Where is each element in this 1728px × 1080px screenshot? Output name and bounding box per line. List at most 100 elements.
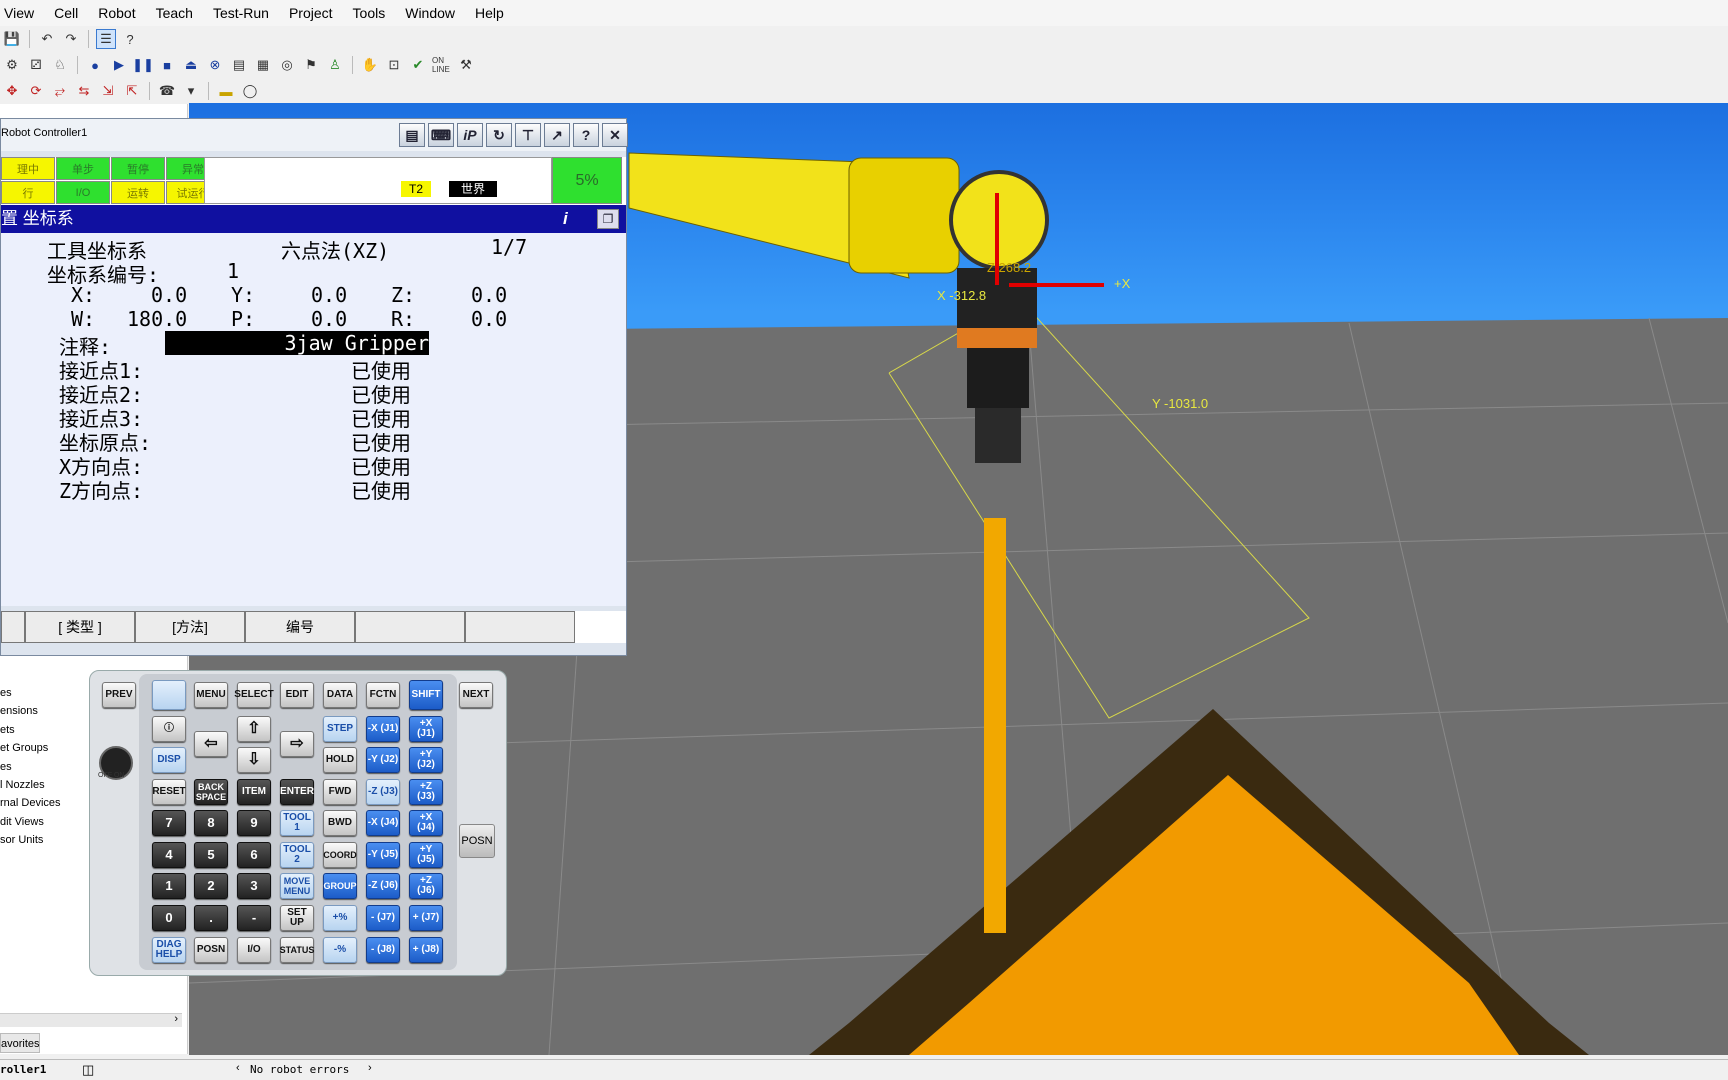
disp-key[interactable]: DISP [152,747,186,773]
jog-plus-z-j6[interactable]: +Z (J6) [409,873,443,899]
down-arrow-icon[interactable]: ⇩ [237,747,271,773]
jog-minus-y-j2[interactable]: -Y (J2) [366,747,400,773]
group-key[interactable]: GROUP [323,873,357,899]
edit-key[interactable]: EDIT [280,682,314,708]
digit-7-key[interactable]: 7 [152,810,186,836]
tree-item[interactable]: rnal Devices [0,794,80,812]
tree-item[interactable]: sor Units [0,831,80,849]
posn-key[interactable]: POSN [194,937,228,963]
jog-minus-x-j4[interactable]: -X (J4) [366,810,400,836]
dropdown-icon[interactable]: ▾ [181,81,201,101]
data-key[interactable]: DATA [323,682,357,708]
keyboard-icon[interactable]: ⌨ [428,123,454,147]
comment-field[interactable]: 3jaw Gripper [165,331,429,355]
menu-teach[interactable]: Teach [146,5,203,21]
digit-5-key[interactable]: 5 [194,842,228,868]
select-key[interactable]: SELECT [234,682,274,708]
shift-key[interactable]: SHIFT [409,680,443,710]
item-key[interactable]: ITEM [237,779,271,805]
stop-icon[interactable]: ■ [157,55,177,75]
controller-name[interactable]: roller1 [0,1063,46,1076]
help-icon[interactable]: ? [573,123,599,147]
info-key-icon[interactable]: ⓘ [152,716,186,742]
digit-9-key[interactable]: 9 [237,810,271,836]
hold-key[interactable]: HOLD [323,747,357,773]
cycle-icon[interactable]: ♘ [50,55,70,75]
online-icon[interactable]: ON LINE [432,55,452,75]
tool1-key[interactable]: TOOL 1 [280,810,314,836]
digit-1-key[interactable]: 1 [152,873,186,899]
jog-minus-z-j6[interactable]: -Z (J6) [366,873,400,899]
menu-help[interactable]: Help [465,5,514,21]
tree-view-icon[interactable]: ☰ [96,29,116,49]
digit-8-key[interactable]: 8 [194,810,228,836]
jog-plus-y-j2[interactable]: +Y (J2) [409,747,443,773]
robot-icon[interactable]: ⚂ [26,55,46,75]
camera-icon[interactable]: ☎ [157,81,177,101]
left-arrow-icon[interactable]: ⇦ [194,731,228,757]
z-direction-point-status[interactable]: 已使用 [351,475,411,504]
export-icon[interactable]: ↗ [544,123,570,147]
step-key[interactable]: STEP [323,716,357,742]
speed-down-key[interactable]: -% [323,937,357,963]
fwd-key[interactable]: FWD [323,779,357,805]
menu-test-run[interactable]: Test-Run [203,5,279,21]
panel-icon[interactable]: ▤ [229,55,249,75]
prev-key[interactable]: PREV [102,682,136,708]
status-key[interactable]: STATUS [280,937,314,963]
jog-minus-z-j3[interactable]: -Z (J3) [366,779,400,805]
jog-plus-x-j4[interactable]: +X (J4) [409,810,443,836]
ruler-icon[interactable]: ▬ [216,81,236,101]
save-icon[interactable]: 💾 [2,29,22,49]
x-value[interactable]: 0.0 [151,283,187,307]
rotate-icon[interactable]: ⟳ [26,81,46,101]
window-toggle-icon[interactable]: ❐ [597,209,619,229]
tree-item[interactable]: ensions [0,702,80,720]
pendant-titlebar[interactable]: Robot Controller1 ▤ ⌨ iP ↻ ⊤ ↗ ? ✕ [1,119,628,151]
p-value[interactable]: 0.0 [311,307,347,331]
measure-icon[interactable]: ⊡ [384,55,404,75]
y-value[interactable]: 0.0 [311,283,347,307]
jog-plus-j8[interactable]: + (J8) [409,937,443,963]
ip-icon[interactable]: iP [457,123,483,147]
jog-plus-y-j5[interactable]: +Y (J5) [409,842,443,868]
reset-key[interactable]: RESET [152,779,186,805]
info-icon[interactable]: i [563,205,568,233]
fkey-f4[interactable] [355,611,465,643]
blank-f-key[interactable] [152,680,186,710]
menu-cell[interactable]: Cell [44,5,88,21]
tree-item[interactable]: et Groups [0,739,80,757]
menu-window[interactable]: Window [395,5,465,21]
tree-item[interactable]: es [0,758,80,776]
w-value[interactable]: 180.0 [127,307,187,331]
digit-2-key[interactable]: 2 [194,873,228,899]
hand-icon[interactable]: ✋ [360,55,380,75]
jog-minus-j7[interactable]: - (J7) [366,905,400,931]
abort-icon[interactable]: ⊗ [205,55,225,75]
target-icon[interactable]: ◎ [277,55,297,75]
fkey-f5[interactable] [465,611,575,643]
enter-key[interactable]: ENTER [280,779,314,805]
jog-minus-x-j1[interactable]: -X (J1) [366,716,400,742]
right-arrow-icon[interactable]: ⇨ [280,731,314,757]
setup-key[interactable]: SET UP [280,905,314,931]
chart-icon[interactable]: ▦ [253,55,273,75]
sign-icon[interactable]: ⚑ [301,55,321,75]
tool2-key[interactable]: TOOL 2 [280,842,314,868]
fkey-number[interactable]: 编号 [245,611,355,643]
menu-tools[interactable]: Tools [343,5,396,21]
close-icon[interactable]: ✕ [602,123,628,147]
align-icon[interactable]: ⇆ [74,81,94,101]
pause-icon[interactable]: ❚❚ [132,55,154,75]
refresh-icon[interactable]: ↻ [486,123,512,147]
redo-icon[interactable]: ↷ [61,29,81,49]
menu-robot[interactable]: Robot [88,5,145,21]
clipboard-icon[interactable]: ▤ [399,123,425,147]
jog-minus-j8[interactable]: - (J8) [366,937,400,963]
digit-0-key[interactable]: 0 [152,905,186,931]
jog-minus-y-j5[interactable]: -Y (J5) [366,842,400,868]
undo-icon[interactable]: ↶ [37,29,57,49]
digit-4-key[interactable]: 4 [152,842,186,868]
digit-6-key[interactable]: 6 [237,842,271,868]
menu-view[interactable]: View [0,5,44,21]
